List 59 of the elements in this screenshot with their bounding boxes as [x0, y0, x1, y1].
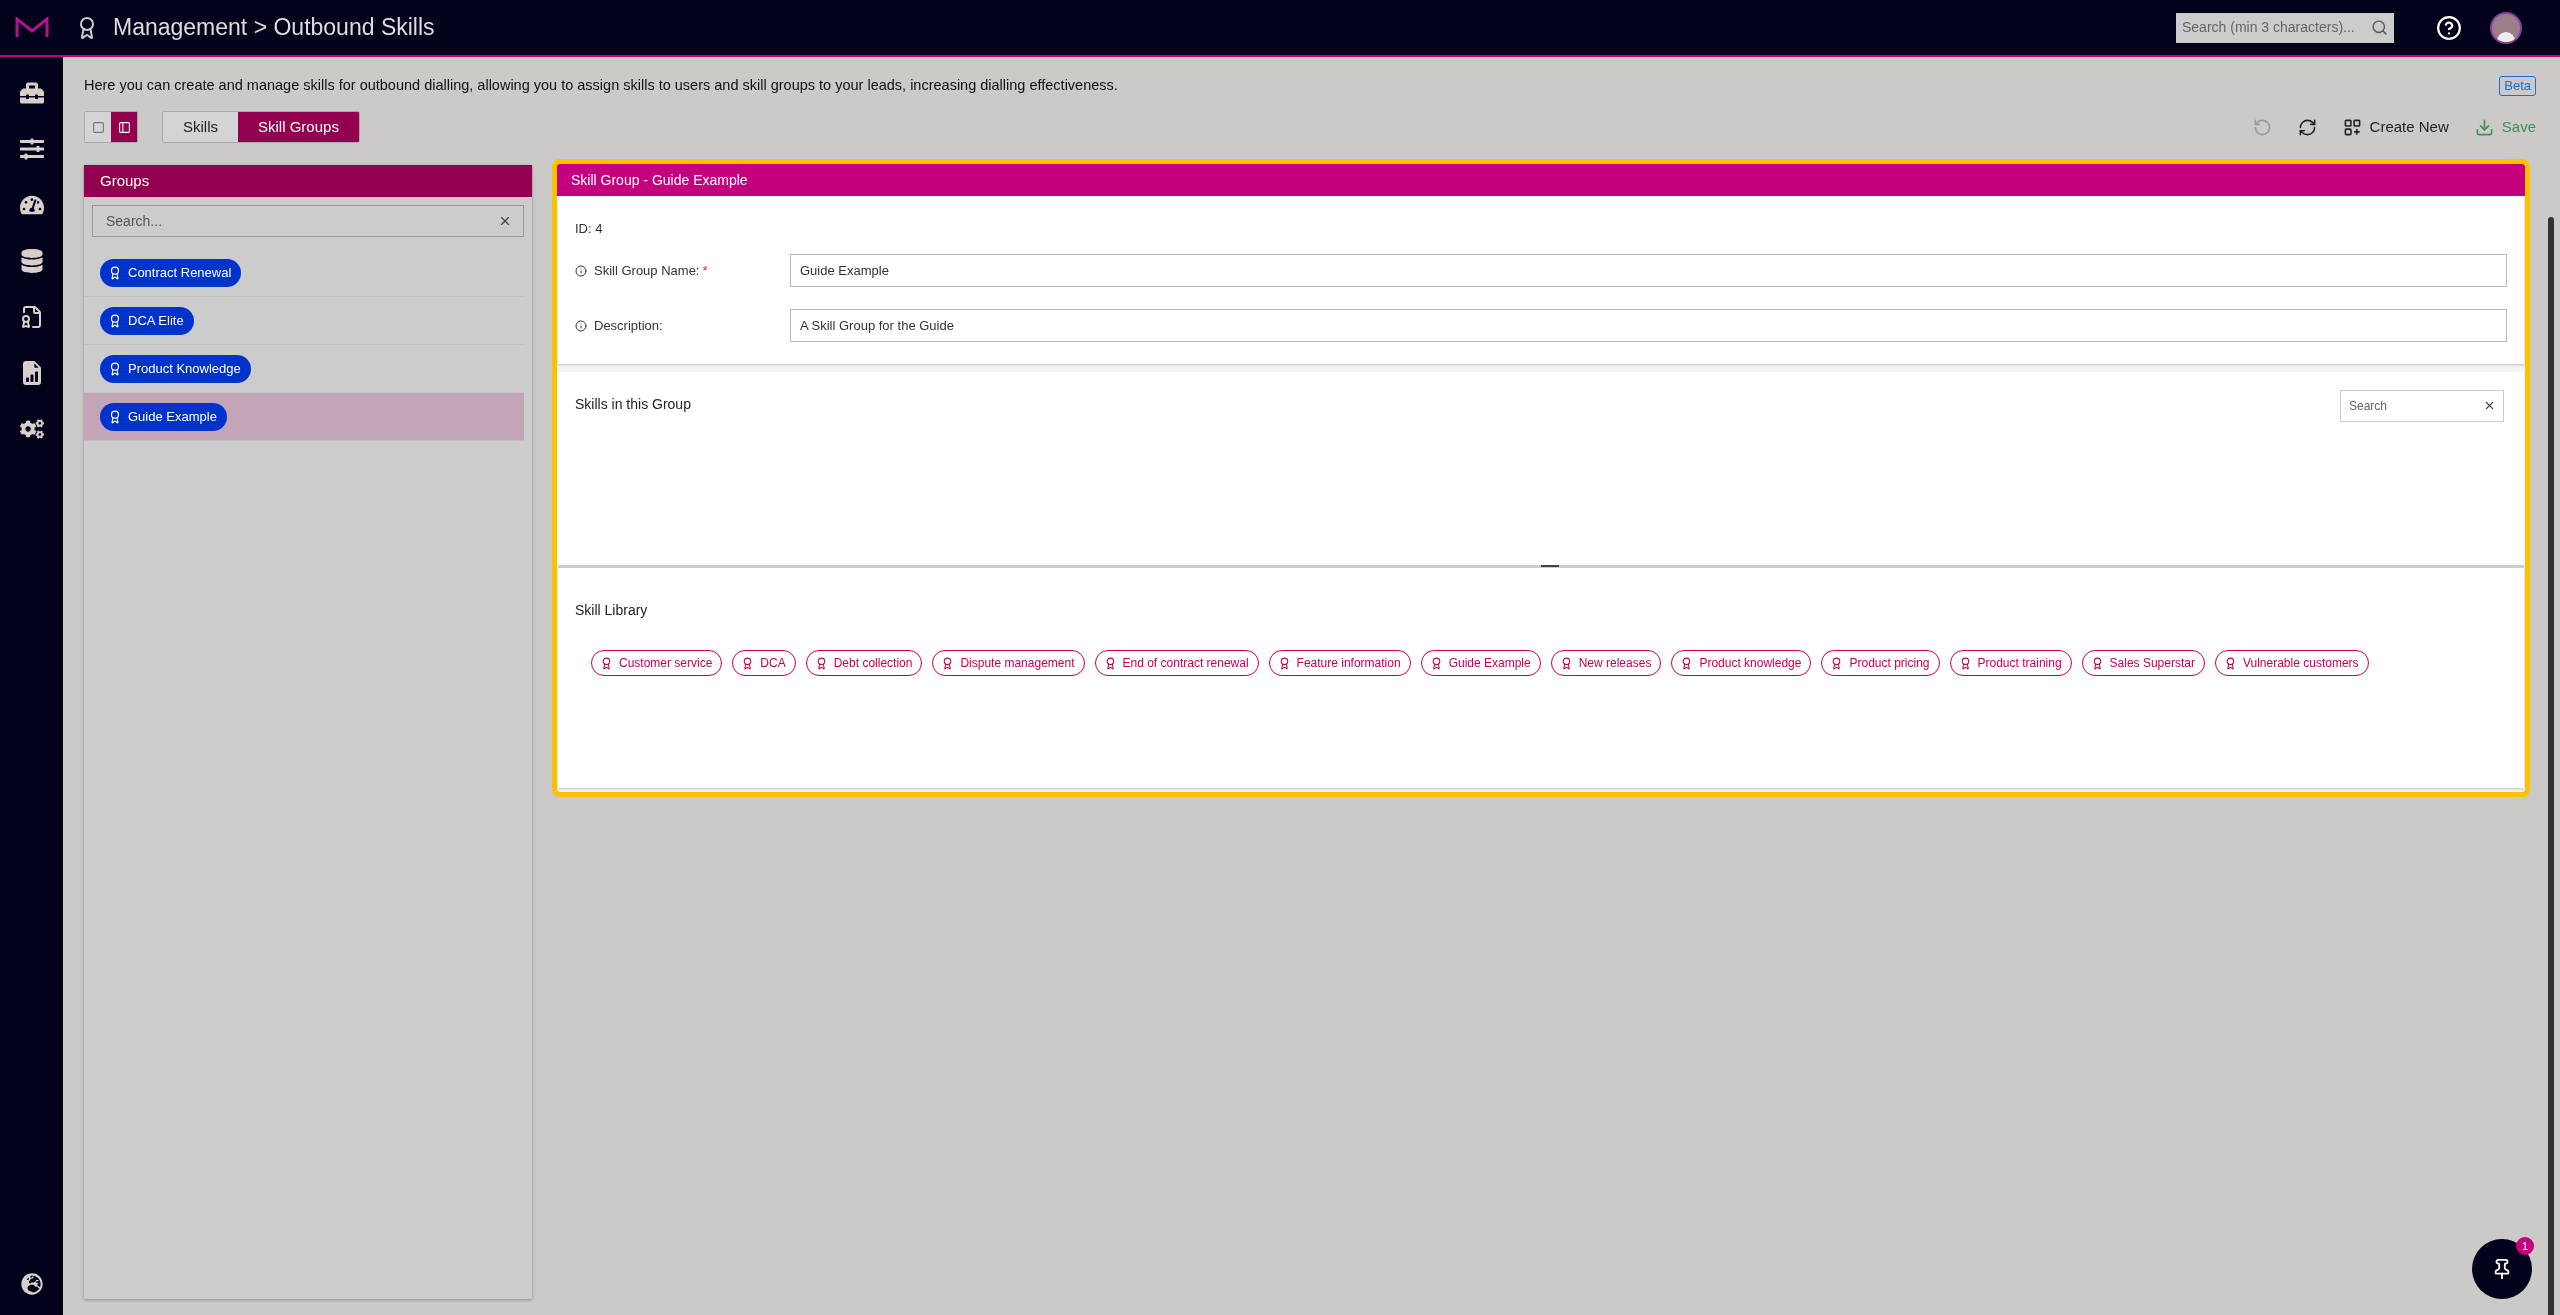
file-badge-icon[interactable]: [19, 305, 44, 329]
gears-icon[interactable]: [19, 417, 44, 441]
global-search-field[interactable]: Search (min 3 characters)...: [2176, 12, 2394, 43]
undo-icon: [2252, 117, 2272, 137]
required-mark: *: [702, 261, 708, 280]
text-field[interactable]: A Skill Group for the Guide: [790, 309, 2507, 342]
field-label: Description:: [594, 316, 663, 335]
section-title: Skills in this Group: [575, 395, 692, 414]
save-icon: [2474, 117, 2494, 137]
pin-button[interactable]: 1: [2472, 1239, 2532, 1299]
group-row[interactable]: Guide Example: [84, 393, 524, 441]
group-chip[interactable]: DCA Elite: [100, 306, 194, 335]
id-text: ID: 4: [575, 221, 603, 236]
gauge-icon[interactable]: [19, 193, 44, 217]
award-icon: [108, 265, 122, 280]
toolbox-icon[interactable]: [19, 81, 44, 105]
help-icon[interactable]: [2436, 14, 2462, 41]
field-label: Skill Group Name:: [594, 261, 700, 280]
avatar[interactable]: [2490, 11, 2522, 44]
skills-search-field[interactable]: Search: [2340, 390, 2504, 422]
refresh-icon: [2297, 117, 2317, 137]
database-icon[interactable]: [19, 249, 44, 273]
sliders-icon[interactable]: [19, 137, 44, 161]
group-row[interactable]: Contract Renewal: [84, 249, 524, 297]
info-icon[interactable]: [575, 319, 587, 332]
create-button[interactable]: Create New: [2342, 115, 2449, 139]
resize-handle[interactable]: [1541, 565, 1559, 567]
group-row[interactable]: DCA Elite: [84, 297, 524, 345]
tab[interactable]: Skill Groups: [238, 112, 359, 142]
intro-text: Here you can create and manage skills for outbound dialling, allowing you to assign skills to users and skill groups to your leads, increasing dialling effectiveness.: [84, 76, 1119, 96]
split-view-icon: [117, 120, 131, 134]
beta-badge: Beta: [2499, 76, 2536, 96]
breadcrumb: Management > Outbound Skills: [113, 13, 435, 43]
group-chip[interactable]: Contract Renewal: [100, 258, 242, 287]
panel-title: Groups: [100, 170, 150, 191]
section-title: Skill Library: [575, 602, 648, 618]
groups-search-field[interactable]: Search...: [92, 205, 524, 237]
detail-title: Skill Group - Guide Example: [571, 170, 748, 190]
grid-plus-icon: [2342, 117, 2362, 137]
award-icon: [108, 409, 122, 424]
clear-icon[interactable]: [2483, 399, 2496, 412]
info-icon[interactable]: [575, 264, 587, 277]
award-icon: [600, 656, 613, 670]
award-icon: [108, 313, 122, 328]
group-chip[interactable]: Product Knowledge: [100, 354, 251, 383]
layout-toggle[interactable]: [111, 112, 137, 142]
tab[interactable]: Skills: [163, 112, 238, 142]
search-icon: [2371, 19, 2388, 36]
layout-toggle[interactable]: [85, 112, 111, 142]
group-chip[interactable]: Guide Example: [100, 402, 227, 431]
globe-icon[interactable]: [20, 1273, 43, 1295]
notification-badge: 1: [2516, 1237, 2534, 1255]
refresh-button[interactable]: [2297, 117, 2317, 137]
group-row[interactable]: Product Knowledge: [84, 345, 524, 393]
logo-icon[interactable]: [14, 16, 49, 39]
single-view-icon: [91, 120, 105, 134]
award-icon: [108, 361, 122, 376]
clear-icon[interactable]: [498, 214, 512, 228]
text-field[interactable]: Guide Example: [790, 254, 2507, 287]
